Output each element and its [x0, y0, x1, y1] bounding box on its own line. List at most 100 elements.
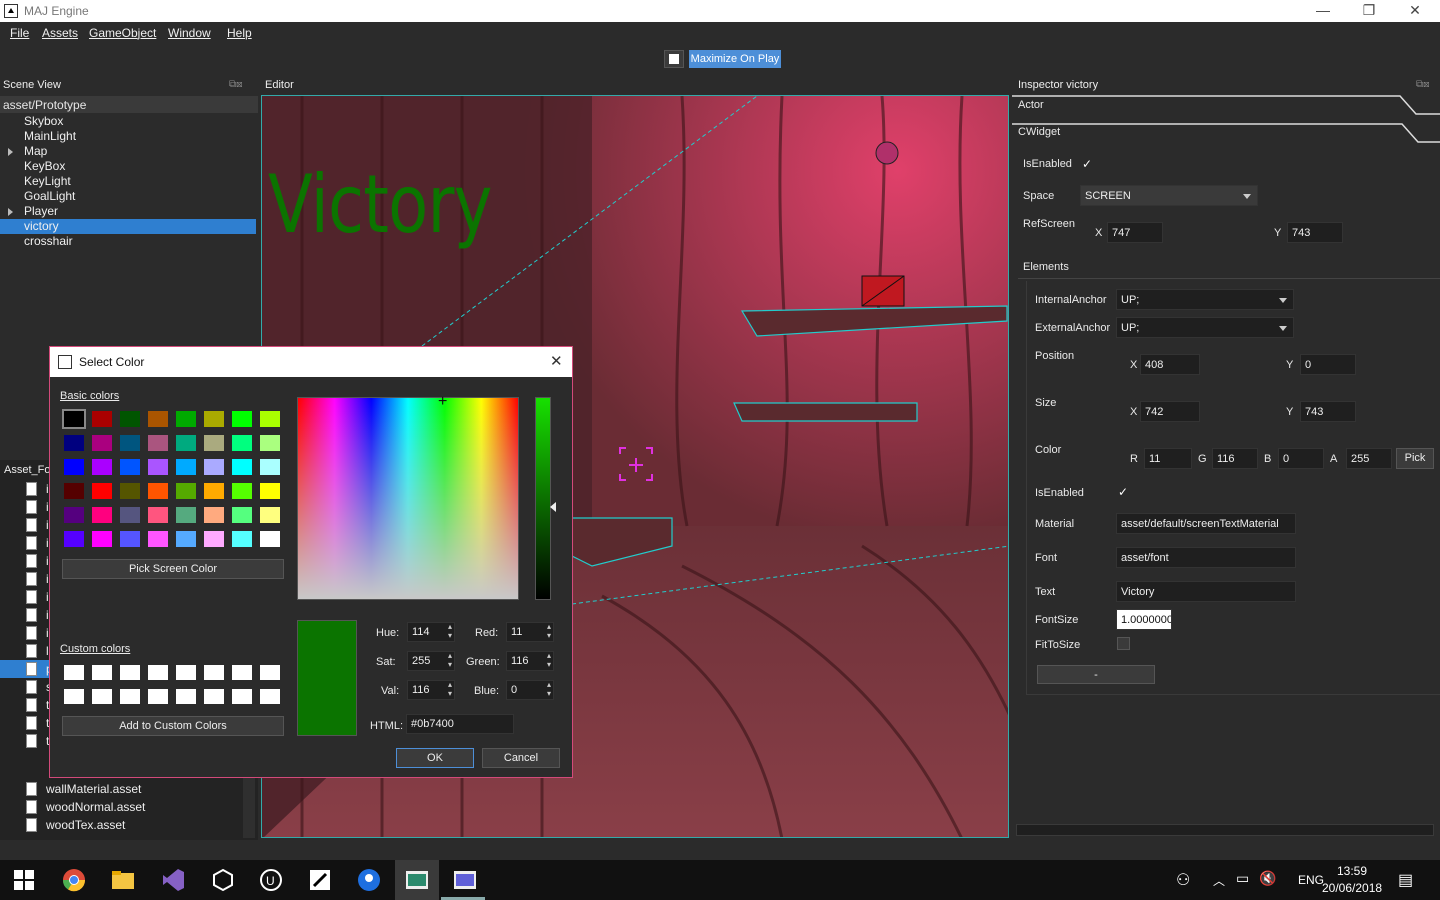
custom-color-swatch[interactable] [64, 689, 84, 704]
custom-color-swatch[interactable] [120, 665, 140, 680]
custom-color-swatch[interactable] [148, 689, 168, 704]
basic-color-swatch[interactable] [120, 459, 140, 475]
pick-color-button[interactable]: Pick [1396, 448, 1434, 469]
custom-color-swatch[interactable] [120, 689, 140, 704]
basic-color-swatch[interactable] [148, 507, 168, 523]
scene-tree-item[interactable]: Player [0, 204, 256, 219]
chrome-icon[interactable] [62, 868, 86, 892]
menu-help[interactable]: Help [227, 26, 252, 40]
scene-tree-item[interactable]: victory [0, 219, 256, 234]
custom-color-swatch[interactable] [92, 689, 112, 704]
position-y-field[interactable]: 0 [1300, 354, 1356, 375]
language-indicator[interactable]: ENG [1298, 873, 1324, 887]
internal-anchor-dropdown[interactable]: UP; [1116, 289, 1294, 310]
basic-color-swatch[interactable] [260, 411, 280, 427]
panel-float-icon[interactable]: ⧉⊠ [1416, 79, 1430, 90]
basic-color-swatch[interactable] [176, 459, 196, 475]
asset-list-item[interactable]: woodNormal.asset [0, 798, 242, 816]
html-field[interactable]: #0b7400 [406, 714, 514, 734]
basic-color-swatch[interactable] [64, 459, 84, 475]
font-field[interactable]: asset/font [1116, 547, 1296, 568]
external-anchor-dropdown[interactable]: UP; [1116, 317, 1294, 338]
basic-color-swatch[interactable] [232, 483, 252, 499]
volume-muted-icon[interactable]: 🔇 [1259, 870, 1276, 887]
basic-color-swatch[interactable] [260, 483, 280, 499]
basic-color-swatch[interactable] [260, 435, 280, 451]
remove-element-button[interactable]: - [1037, 665, 1155, 684]
custom-color-swatch[interactable] [260, 665, 280, 680]
red-spinbox[interactable]: 11 [506, 622, 554, 642]
menu-window[interactable]: Window [168, 26, 211, 40]
basic-color-swatch[interactable] [148, 411, 168, 427]
basic-color-swatch[interactable] [92, 459, 112, 475]
scene-root-row[interactable]: asset/Prototype [0, 96, 258, 113]
basic-color-swatch[interactable] [176, 483, 196, 499]
basic-color-swatch[interactable] [62, 409, 86, 429]
basic-color-swatch[interactable] [176, 507, 196, 523]
fittosize-checkbox[interactable] [1117, 637, 1130, 650]
refscreen-y-field[interactable]: 743 [1287, 222, 1343, 243]
element-isenabled-checkbox[interactable]: ✓ [1118, 485, 1132, 499]
basic-color-swatch[interactable] [148, 531, 168, 547]
material-field[interactable]: asset/default/screenTextMaterial [1116, 513, 1296, 534]
color-g-field[interactable]: 116 [1212, 448, 1258, 469]
maximize-on-play-button[interactable]: Maximize On Play [689, 50, 781, 68]
pick-screen-color-button[interactable]: Pick Screen Color [62, 559, 284, 579]
basic-color-swatch[interactable] [92, 435, 112, 451]
close-button[interactable]: ✕ [1400, 2, 1430, 20]
asset-list-item[interactable]: wallMaterial.asset [0, 780, 242, 798]
basic-color-swatch[interactable] [204, 411, 224, 427]
expand-arrow-icon[interactable] [8, 148, 13, 156]
basic-color-swatch[interactable] [204, 459, 224, 475]
scene-tree-item[interactable]: GoalLight [0, 189, 256, 204]
people-icon[interactable]: ⚇ [1176, 870, 1190, 890]
section-cwidget[interactable]: CWidget [1018, 126, 1060, 138]
scene-tree-item[interactable]: Skybox [0, 114, 256, 129]
position-x-field[interactable]: 408 [1140, 354, 1200, 375]
basic-color-swatch[interactable] [204, 483, 224, 499]
basic-color-swatch[interactable] [204, 507, 224, 523]
notifications-icon[interactable]: ▤ [1398, 870, 1413, 890]
green-spinbox[interactable]: 116 [506, 651, 554, 671]
basic-color-swatch[interactable] [64, 531, 84, 547]
hue-spinbox[interactable]: 114 [407, 622, 455, 642]
windows-start-icon[interactable] [14, 870, 34, 890]
fontsize-field[interactable]: 1.0000000 [1116, 609, 1172, 630]
menu-assets[interactable]: Assets [42, 26, 78, 40]
inspector-hscrollbar[interactable] [1016, 824, 1434, 836]
basic-color-swatch[interactable] [176, 531, 196, 547]
basic-color-swatch[interactable] [148, 435, 168, 451]
basic-color-swatch[interactable] [260, 459, 280, 475]
basic-color-swatch[interactable] [232, 531, 252, 547]
visual-studio-icon[interactable] [161, 868, 185, 892]
custom-color-swatch[interactable] [204, 665, 224, 680]
basic-color-swatch[interactable] [92, 411, 112, 427]
menu-gameobject[interactable]: GameObject [89, 26, 156, 40]
value-slider[interactable] [535, 397, 551, 600]
clock-time[interactable]: 13:59 [1337, 864, 1367, 878]
dialog-close-icon[interactable]: ✕ [550, 352, 563, 370]
scene-tree-item[interactable]: KeyBox [0, 159, 256, 174]
value-slider-arrow-icon[interactable] [550, 502, 556, 512]
custom-color-swatch[interactable] [64, 665, 84, 680]
asset-list-item[interactable]: woodTex.asset [0, 816, 242, 834]
custom-color-swatch[interactable] [176, 689, 196, 704]
color-b-field[interactable]: 0 [1278, 448, 1324, 469]
refscreen-x-field[interactable]: 747 [1107, 222, 1163, 243]
network-icon[interactable]: ▭ [1236, 870, 1249, 887]
restore-button[interactable]: ❐ [1354, 2, 1384, 20]
basic-color-swatch[interactable] [176, 411, 196, 427]
custom-color-swatch[interactable] [176, 665, 196, 680]
basic-color-swatch[interactable] [204, 435, 224, 451]
basic-color-swatch[interactable] [148, 483, 168, 499]
section-actor[interactable]: Actor [1018, 99, 1044, 111]
custom-color-swatch[interactable] [232, 665, 252, 680]
scene-tree-item[interactable]: MainLight [0, 129, 256, 144]
scene-tree-item[interactable]: crosshair [0, 234, 256, 249]
minimize-button[interactable]: — [1308, 2, 1338, 20]
hue-saturation-picker[interactable]: + [297, 394, 519, 600]
sticky-app-icon[interactable] [308, 868, 332, 892]
space-dropdown[interactable]: SCREEN [1080, 185, 1258, 206]
scene-tree-item[interactable]: Map [0, 144, 256, 159]
maj-engine-taskbar-icon[interactable] [405, 868, 429, 892]
